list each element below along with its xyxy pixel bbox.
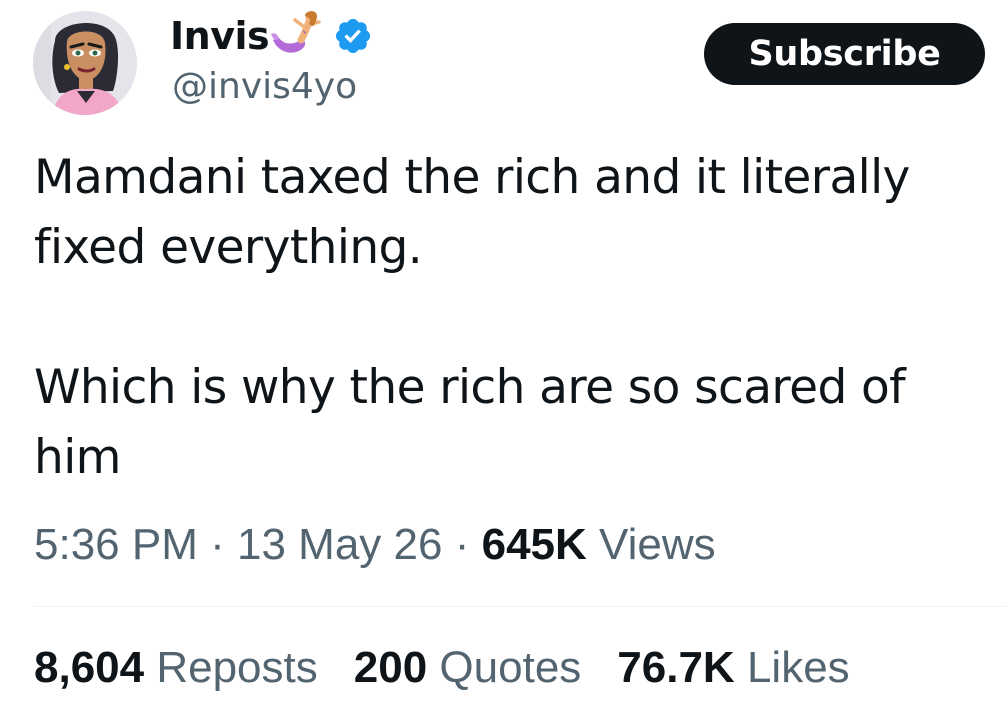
reposts-stat[interactable]: 8,604 Reposts [34, 643, 318, 693]
tweet-paragraph: Which is why the rich are so scared of h… [34, 360, 906, 485]
meta-separator: · [210, 520, 225, 569]
reposts-count: 8,604 [34, 643, 145, 692]
reposts-label: Reposts [156, 643, 318, 692]
views-count: 645K [481, 520, 587, 569]
views-label: Views [599, 520, 716, 569]
author-display-name[interactable]: Invis [170, 14, 270, 58]
author-name-row[interactable]: Invis [170, 10, 373, 62]
tweet: Invis @invis4yo Subscribe Mamdani taxed … [0, 0, 1007, 712]
tweet-stats: 8,604 Reposts 200 Quotes 76.7K Likes [34, 643, 886, 693]
tweet-time[interactable]: 5:36 PM [34, 520, 198, 569]
tweet-date[interactable]: 13 May 26 [237, 520, 442, 569]
subscribe-button[interactable]: Subscribe [704, 23, 985, 85]
author-handle[interactable]: @invis4yo [172, 66, 357, 107]
quotes-stat[interactable]: 200 Quotes [354, 643, 582, 693]
likes-count: 76.7K [617, 643, 735, 692]
likes-stat[interactable]: 76.7K Likes [617, 643, 849, 693]
divider [34, 606, 1007, 607]
verified-badge-icon [336, 18, 371, 54]
quotes-count: 200 [353, 643, 428, 692]
quotes-label: Quotes [439, 643, 582, 692]
tweet-meta: 5:36 PM · 13 May 26 · 645K Views [34, 520, 716, 570]
avatar-image [33, 11, 137, 115]
likes-label: Likes [746, 643, 850, 692]
tweet-text: Mamdani taxed the rich and it literally … [34, 143, 994, 493]
mermaid-icon [271, 11, 321, 53]
avatar[interactable] [33, 11, 137, 115]
meta-separator: · [454, 520, 470, 569]
tweet-paragraph: Mamdani taxed the rich and it literally … [34, 150, 910, 275]
